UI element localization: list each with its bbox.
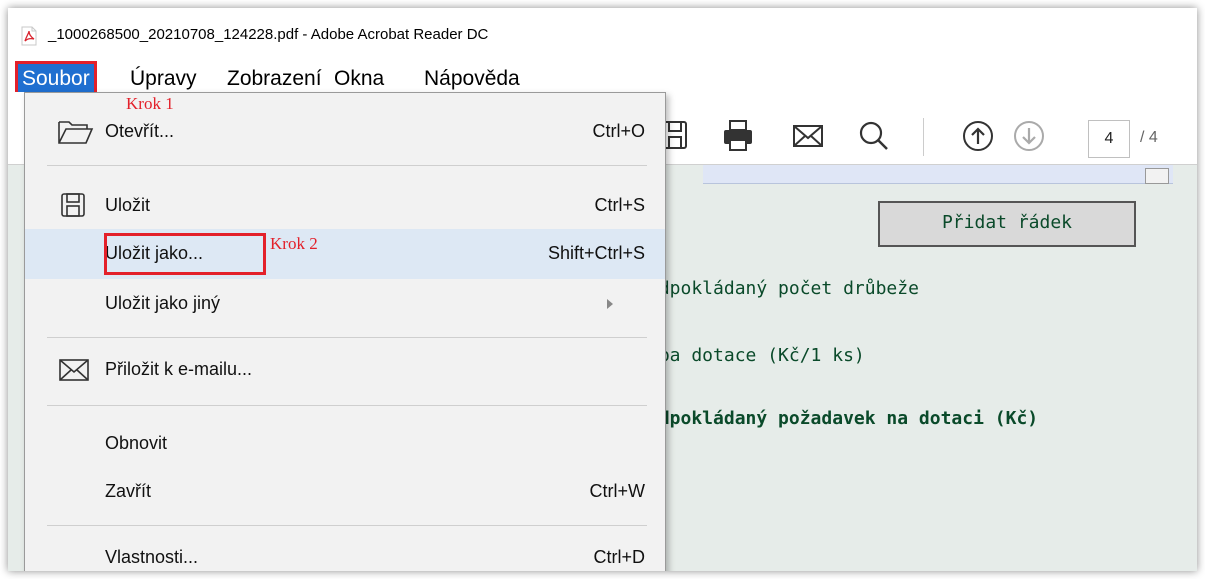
- menu-item-label: Otevřít...: [105, 121, 175, 141]
- menu-item-label: Přiložit k e-mailu...: [105, 359, 253, 379]
- menu-item-label: Uložit jako jiný: [105, 293, 221, 313]
- menu-item-shortcut: Ctrl+W: [589, 481, 646, 501]
- menu-item-save[interactable]: Uložit Ctrl+S: [25, 181, 665, 231]
- annotation-step1: Krok 1: [126, 94, 174, 113]
- window-title: _1000268500_20210708_124228.pdf - Adobe …: [48, 26, 489, 43]
- menu-separator: [47, 525, 647, 526]
- menu-soubor[interactable]: Soubor: [15, 61, 97, 97]
- menu-item-shortcut: Ctrl+O: [592, 121, 645, 141]
- menu-item-shortcut: Shift+Ctrl+S: [547, 243, 645, 263]
- submenu-arrow-icon: [607, 299, 613, 309]
- mail-toolbar-icon[interactable]: [790, 118, 826, 154]
- menu-item-properties[interactable]: Vlastnosti... Ctrl+D: [25, 533, 665, 571]
- app-window: _1000268500_20210708_124228.pdf - Adobe …: [8, 8, 1197, 571]
- menu-item-shortcut: Ctrl+S: [594, 195, 645, 215]
- page-number-input[interactable]: 4: [1088, 120, 1130, 158]
- menu-upravy[interactable]: Úpravy: [126, 64, 201, 94]
- menu-item-label: Zavřít: [105, 481, 152, 501]
- menu-separator: [47, 405, 647, 406]
- menu-separator: [47, 337, 647, 338]
- save-icon: [61, 193, 85, 217]
- step2-highlight: [104, 233, 266, 275]
- doc-line-rate: zba dotace (Kč/1 ks): [648, 345, 865, 366]
- previous-page-icon[interactable]: [960, 118, 996, 154]
- field-dropdown-button[interactable]: [1145, 168, 1169, 184]
- menu-separator: [47, 165, 647, 166]
- doc-line-count: edpokládaný počet drůbeže: [648, 278, 919, 299]
- pdf-file-icon: [21, 26, 37, 46]
- menu-zobrazeni[interactable]: Zobrazení: [223, 64, 326, 94]
- file-menu-dropdown: Otevřít... Ctrl+O Uložit Ctrl+S Uložit j…: [24, 92, 666, 571]
- page-total: / 4: [1140, 129, 1158, 146]
- search-icon[interactable]: [856, 118, 892, 154]
- menu-item-attach-email[interactable]: Přiložit k e-mailu...: [25, 345, 665, 395]
- form-field[interactable]: [703, 165, 1173, 184]
- menu-item-save-as-other[interactable]: Uložit jako jiný: [25, 279, 665, 329]
- menu-item-close[interactable]: Zavřít Ctrl+W: [25, 467, 665, 517]
- title-bar: _1000268500_20210708_124228.pdf - Adobe …: [8, 8, 1197, 58]
- menu-item-label: Obnovit: [105, 433, 168, 453]
- menu-item-refresh[interactable]: Obnovit: [25, 419, 665, 469]
- menu-okna[interactable]: Okna: [330, 64, 388, 94]
- menu-bar: Soubor Úpravy Zobrazení Okna Nápověda: [8, 61, 1197, 97]
- next-page-icon[interactable]: [1011, 118, 1047, 154]
- doc-line-request: edpokládaný požadavek na dotaci (Kč): [648, 408, 1039, 429]
- annotation-step2: Krok 2: [270, 234, 318, 253]
- print-icon[interactable]: [721, 118, 755, 154]
- menu-item-open[interactable]: Otevřít... Ctrl+O: [25, 107, 665, 157]
- toolbar-divider: [923, 118, 924, 156]
- menu-item-shortcut: Ctrl+D: [593, 547, 645, 567]
- menu-item-label: Uložit: [105, 195, 151, 215]
- menu-item-label: Vlastnosti...: [105, 547, 199, 567]
- mail-icon: [59, 359, 89, 381]
- add-row-button[interactable]: Přidat řádek: [878, 201, 1136, 247]
- menu-napoveda[interactable]: Nápověda: [420, 64, 524, 94]
- folder-open-icon: [58, 121, 94, 144]
